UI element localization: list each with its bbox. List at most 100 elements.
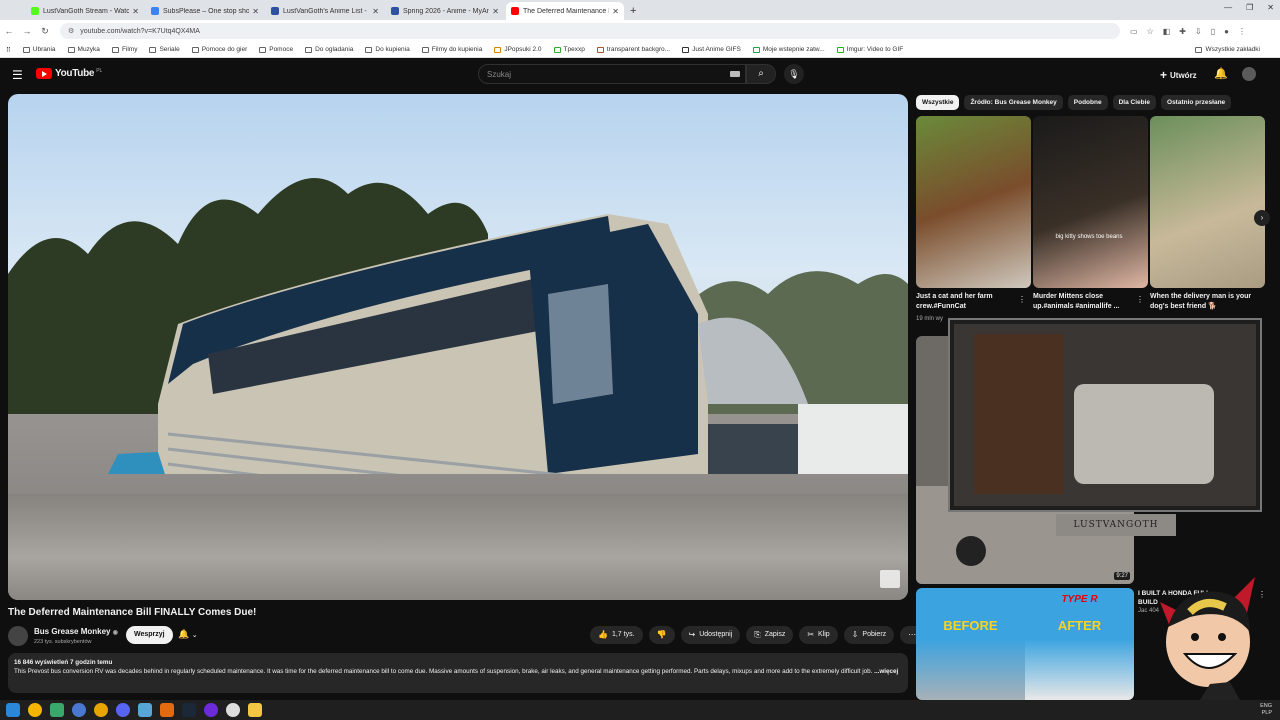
short-menu-icon[interactable]: ⋮ xyxy=(1018,295,1026,304)
steam-icon[interactable] xyxy=(182,703,196,717)
keyboard-icon[interactable] xyxy=(730,71,740,77)
folder-icon xyxy=(365,46,373,53)
browser-tab-active[interactable]: The Deferred Maintenance Bill ✕ xyxy=(506,2,624,20)
close-tab-icon[interactable]: ✕ xyxy=(612,7,619,16)
bookmark-folder[interactable]: Pomoce xyxy=(259,46,293,53)
next-shorts-button[interactable]: › xyxy=(1254,210,1270,226)
minimize-icon[interactable]: — xyxy=(1224,3,1232,12)
bookmark-folder[interactable]: Do ogladania xyxy=(305,46,353,53)
folder-icon xyxy=(149,46,157,53)
download-button[interactable]: ⇩ Pobierz xyxy=(843,626,895,644)
support-button[interactable]: Wesprzyj xyxy=(126,626,173,644)
bookmark-folder[interactable]: Ubrania xyxy=(22,46,56,53)
browser-app-icon[interactable] xyxy=(72,703,86,717)
bookmark-star-icon[interactable]: ☆ xyxy=(1147,27,1154,36)
channel-watermark[interactable] xyxy=(880,570,900,588)
bookmark-folder[interactable]: Muzyka xyxy=(67,46,100,53)
profile-icon[interactable]: ● xyxy=(1224,27,1229,36)
bookmark-folder[interactable]: Pomoce do gier xyxy=(191,46,247,53)
close-tab-icon[interactable]: ✕ xyxy=(492,7,499,16)
chip-recent[interactable]: Ostatnio przesłane xyxy=(1161,95,1232,110)
bookmark-folder[interactable]: Seriale xyxy=(149,46,180,53)
cast-icon[interactable]: ▭ xyxy=(1130,27,1138,36)
chip-similar[interactable]: Podobne xyxy=(1067,95,1108,110)
account-avatar[interactable] xyxy=(1242,67,1256,81)
close-tab-icon[interactable]: ✕ xyxy=(372,7,379,16)
create-button[interactable]: + Utwórz xyxy=(1160,68,1197,82)
site-info-icon[interactable]: ⚙ xyxy=(68,27,74,35)
chrome-icon[interactable] xyxy=(28,703,42,717)
apps-icon[interactable]: ⠿ xyxy=(6,46,11,54)
short-menu-icon[interactable]: ⋮ xyxy=(1136,295,1144,304)
back-icon[interactable]: ← xyxy=(0,26,18,36)
close-window-icon[interactable]: ✕ xyxy=(1267,3,1274,12)
dislike-button[interactable]: 👎 xyxy=(648,626,675,644)
forward-icon[interactable]: → xyxy=(18,26,36,36)
hamburger-menu-icon[interactable]: ☰ xyxy=(12,68,23,82)
verified-icon: ◉ xyxy=(112,630,118,636)
bookmark-link[interactable]: JPopsuki 2.0 xyxy=(494,46,542,53)
browser-tab[interactable]: LustVanGoth Stream - Watch L✕ xyxy=(26,2,144,20)
search-button[interactable]: ⌕ xyxy=(746,64,776,84)
recommended-video-thumbnail[interactable]: BEFORE TYPE R AFTER xyxy=(916,588,1134,700)
file-explorer-icon[interactable] xyxy=(248,703,262,717)
bookmark-folder[interactable]: Do kupienia xyxy=(365,46,410,53)
short-title[interactable]: When the delivery man is your dog's best… xyxy=(1150,292,1255,312)
new-tab-icon[interactable]: + xyxy=(630,2,636,20)
short-thumbnail[interactable] xyxy=(1150,116,1265,288)
app-icon[interactable] xyxy=(94,703,108,717)
vlc-icon[interactable] xyxy=(160,703,174,717)
sidepanel-icon[interactable]: ▯ xyxy=(1211,27,1215,36)
app-icon[interactable] xyxy=(226,703,240,717)
video-player[interactable] xyxy=(8,94,908,600)
chip-for-you[interactable]: Dla Ciebie xyxy=(1112,95,1157,110)
maximize-icon[interactable]: ❐ xyxy=(1246,3,1253,12)
share-button[interactable]: ↪ Udostępnij xyxy=(680,626,741,644)
short-thumbnail[interactable] xyxy=(916,116,1031,288)
channel-name[interactable]: Bus Grease Monkey ◉ xyxy=(34,627,118,636)
like-button[interactable]: 👍 1,7 tys. xyxy=(590,626,643,644)
short-thumbnail[interactable]: big kitty shows toe beans xyxy=(1033,116,1148,288)
save-button[interactable]: ⎘ Zapisz xyxy=(746,626,794,644)
channel-avatar[interactable] xyxy=(8,626,28,646)
system-tray[interactable]: ENG PLP xyxy=(1260,703,1272,717)
search-icon: ⌕ xyxy=(758,68,764,79)
youtube-logo[interactable]: YouTube PL xyxy=(36,68,102,79)
short-title[interactable]: Just a cat and her farm crew.#FunnCat xyxy=(916,292,1021,312)
bookmark-link[interactable]: Tpexxp xyxy=(553,46,585,53)
download-icon[interactable]: ⇩ xyxy=(1195,27,1202,36)
notifications-bell-icon[interactable]: 🔔 xyxy=(1214,67,1228,80)
chip-all[interactable]: Wszystkie xyxy=(916,95,960,110)
bookmark-link[interactable]: transparent backgro... xyxy=(596,46,670,53)
voice-search-button[interactable]: 🎙 xyxy=(784,64,804,84)
close-tab-icon[interactable]: ✕ xyxy=(252,7,259,16)
obs-icon[interactable] xyxy=(204,703,218,717)
url-field[interactable]: ⚙ youtube.com/watch?v=K7Utq4QX4MA xyxy=(60,23,1120,39)
extension-icon[interactable]: ◧ xyxy=(1163,27,1171,36)
reload-icon[interactable]: ↻ xyxy=(36,26,54,37)
all-bookmarks[interactable]: Wszystkie zakładki xyxy=(1195,46,1260,53)
menu-icon[interactable]: ⋮ xyxy=(1238,27,1246,36)
bookmark-link[interactable]: Just Anime GIFS xyxy=(682,46,741,53)
app-icon[interactable] xyxy=(138,703,152,717)
windows-start-icon[interactable] xyxy=(6,703,20,717)
subscription-bell-button[interactable]: 🔔 ⌄ xyxy=(178,629,198,640)
kick-app-icon[interactable] xyxy=(50,703,64,717)
clip-button[interactable]: ✂ Klip xyxy=(799,626,838,644)
browser-tab[interactable]: Spring 2026 - Anime - MyAnim ✕ xyxy=(386,2,504,20)
search-input[interactable]: Szukaj xyxy=(478,64,746,84)
chip-source[interactable]: Źródło: Bus Grease Monkey xyxy=(964,95,1063,110)
browser-tab[interactable]: LustVanGoth's Anime List - My ✕ xyxy=(266,2,384,20)
close-tab-icon[interactable]: ✕ xyxy=(132,7,139,16)
puzzle-icon[interactable]: ✚ xyxy=(1179,27,1186,36)
browser-tab[interactable]: SubsPlease – One stop shop fo✕ xyxy=(146,2,264,20)
folder-icon xyxy=(1195,46,1203,53)
short-title[interactable]: Murder Mittens close up.#animals #animal… xyxy=(1033,292,1133,312)
show-more-link[interactable]: ...więcej xyxy=(874,668,898,675)
bookmark-link[interactable]: Moje wstepnie zatw... xyxy=(752,46,825,53)
discord-icon[interactable] xyxy=(116,703,130,717)
bookmark-folder[interactable]: Filmy do kupienia xyxy=(421,46,482,53)
bookmark-link[interactable]: Imgur: Video to GIF xyxy=(836,46,903,53)
video-description[interactable]: 16 846 wyświetleń 7 godzin temu This Pre… xyxy=(8,653,908,693)
bookmark-folder[interactable]: Filmy xyxy=(111,46,137,53)
